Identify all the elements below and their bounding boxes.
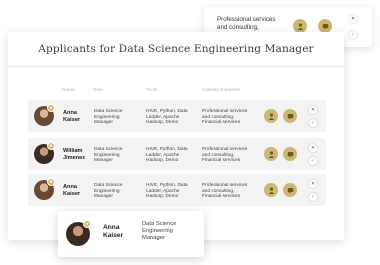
applicant-tools: HIVE, Python, Data Ladder, Apache Hadoop… <box>146 109 188 126</box>
check-icon: ✓ <box>310 194 316 200</box>
applicant-expertise: Professional services and consulting, Fi… <box>202 183 247 200</box>
applicant-name: Anna Kaiser <box>103 224 123 240</box>
role-line: Data Science <box>142 221 177 227</box>
applicant-role: Data Science Engineering Manager <box>94 183 123 200</box>
approve-button[interactable]: ✓ <box>309 193 317 201</box>
tools-line: Hadoop, Demo <box>146 194 179 200</box>
last-name: Kaiser <box>103 232 124 239</box>
page-title: Applicants for Data Science Engineering … <box>38 43 314 55</box>
message-button[interactable] <box>283 147 297 161</box>
role-line: Manager <box>94 120 113 126</box>
person-icon <box>268 187 274 194</box>
expertise-line: Professional services <box>202 183 248 188</box>
close-icon: ✕ <box>310 181 316 187</box>
check-icon: ✓ <box>310 120 316 126</box>
first-name: Anna <box>103 224 120 231</box>
message-button[interactable] <box>283 183 297 197</box>
expertise-line: Financial services <box>202 120 241 126</box>
column-header-tools: Tools <box>146 88 158 93</box>
table-row[interactable]: ★ Anna Kaiser Data Science Engineering M… <box>28 174 326 206</box>
last-name: Jimenez <box>63 154 86 161</box>
message-button[interactable] <box>283 109 297 123</box>
first-name: Anna <box>63 184 77 190</box>
divider <box>8 66 344 67</box>
role-line: Data Science <box>94 109 123 114</box>
applicant-name[interactable]: William Jimenez <box>63 148 85 162</box>
expertise-line: Professional services <box>202 109 248 114</box>
approve-button[interactable]: ✓ <box>309 157 317 165</box>
tools-line: Hadoop, Demo <box>146 120 179 126</box>
view-profile-button[interactable] <box>293 19 307 33</box>
reject-button[interactable]: ✕ <box>309 106 317 114</box>
column-header-name: Name <box>62 88 75 93</box>
column-header-expertise: Industry Expertise <box>202 88 241 93</box>
star-icon: ★ <box>47 104 55 112</box>
applicant-name[interactable]: Anna Kaiser <box>63 184 80 198</box>
person-icon <box>297 23 303 30</box>
person-icon <box>268 113 274 120</box>
role-line: Manager <box>94 158 113 164</box>
star-icon: ★ <box>47 178 55 186</box>
tools-line: HIVE, Python, Data <box>146 109 188 114</box>
role-line: Engineering <box>142 228 173 234</box>
background-expertise-line: Professional services <box>217 16 276 23</box>
applicant-expertise: Professional services and consulting, Fi… <box>202 109 247 126</box>
reject-button[interactable]: ✕ <box>309 144 317 152</box>
applicant-expertise: Professional services and consulting, Fi… <box>202 147 247 164</box>
person-icon <box>268 151 274 158</box>
applicant-tools: HIVE, Python, Data Ladder, Apache Hadoop… <box>146 147 188 164</box>
applicants-panel: Applicants for Data Science Engineering … <box>8 32 344 240</box>
background-expertise: Professional services and consulting, <box>217 16 293 31</box>
background-expertise-line: and consulting, <box>217 23 259 31</box>
first-name: Anna <box>63 110 77 116</box>
check-icon: ✓ <box>350 32 356 38</box>
chat-icon <box>287 187 293 194</box>
view-profile-button[interactable] <box>264 147 278 161</box>
check-icon: ✓ <box>310 158 316 164</box>
role-line: Manager <box>94 194 113 200</box>
view-profile-button[interactable] <box>264 183 278 197</box>
close-icon: ✕ <box>310 107 316 113</box>
applicant-role: Data Science Engineering Manager <box>142 221 200 242</box>
applicant-role: Data Science Engineering Manager <box>94 109 123 126</box>
star-icon: ★ <box>83 220 91 228</box>
approve-button[interactable]: ✓ <box>349 31 357 39</box>
last-name: Kaiser <box>63 116 81 123</box>
role-line: Data Science <box>94 183 123 188</box>
reject-button[interactable]: ✕ <box>349 15 357 23</box>
chat-icon <box>287 113 293 120</box>
applicant-name[interactable]: Anna Kaiser <box>63 110 80 124</box>
applicants-screen: Professional services and consulting, ✕ … <box>0 0 380 265</box>
tools-line: HIVE, Python, Data <box>146 183 188 188</box>
close-icon: ✕ <box>310 145 316 151</box>
applicant-tools: HIVE, Python, Data Ladder, Apache Hadoop… <box>146 183 188 200</box>
first-name: William <box>63 148 83 154</box>
close-icon: ✕ <box>350 16 356 22</box>
message-button[interactable] <box>318 19 332 33</box>
reject-button[interactable]: ✕ <box>309 180 317 188</box>
table-row[interactable]: ★ Anna Kaiser Data Science Engineering M… <box>28 100 326 132</box>
expertise-line: Financial services <box>202 194 241 200</box>
expertise-line: Professional services <box>202 147 248 152</box>
role-line: Data Science <box>94 147 123 152</box>
tools-line: Hadoop, Demo <box>146 158 179 164</box>
last-name: Kaiser <box>63 190 81 197</box>
role-line: Manager <box>142 235 165 241</box>
column-header-role: Role <box>93 88 103 93</box>
selected-applicant-card[interactable]: ★ Anna Kaiser Data Science Engineering M… <box>58 211 204 257</box>
approve-button[interactable]: ✓ <box>309 119 317 127</box>
star-icon: ★ <box>47 142 55 150</box>
table-row[interactable]: ★ William Jimenez Data Science Engineeri… <box>28 138 326 170</box>
applicant-role: Data Science Engineering Manager <box>94 147 123 164</box>
tools-line: HIVE, Python, Data <box>146 147 188 152</box>
chat-icon <box>287 151 293 158</box>
expertise-line: Financial services <box>202 158 241 164</box>
chat-icon <box>322 23 328 30</box>
view-profile-button[interactable] <box>264 109 278 123</box>
